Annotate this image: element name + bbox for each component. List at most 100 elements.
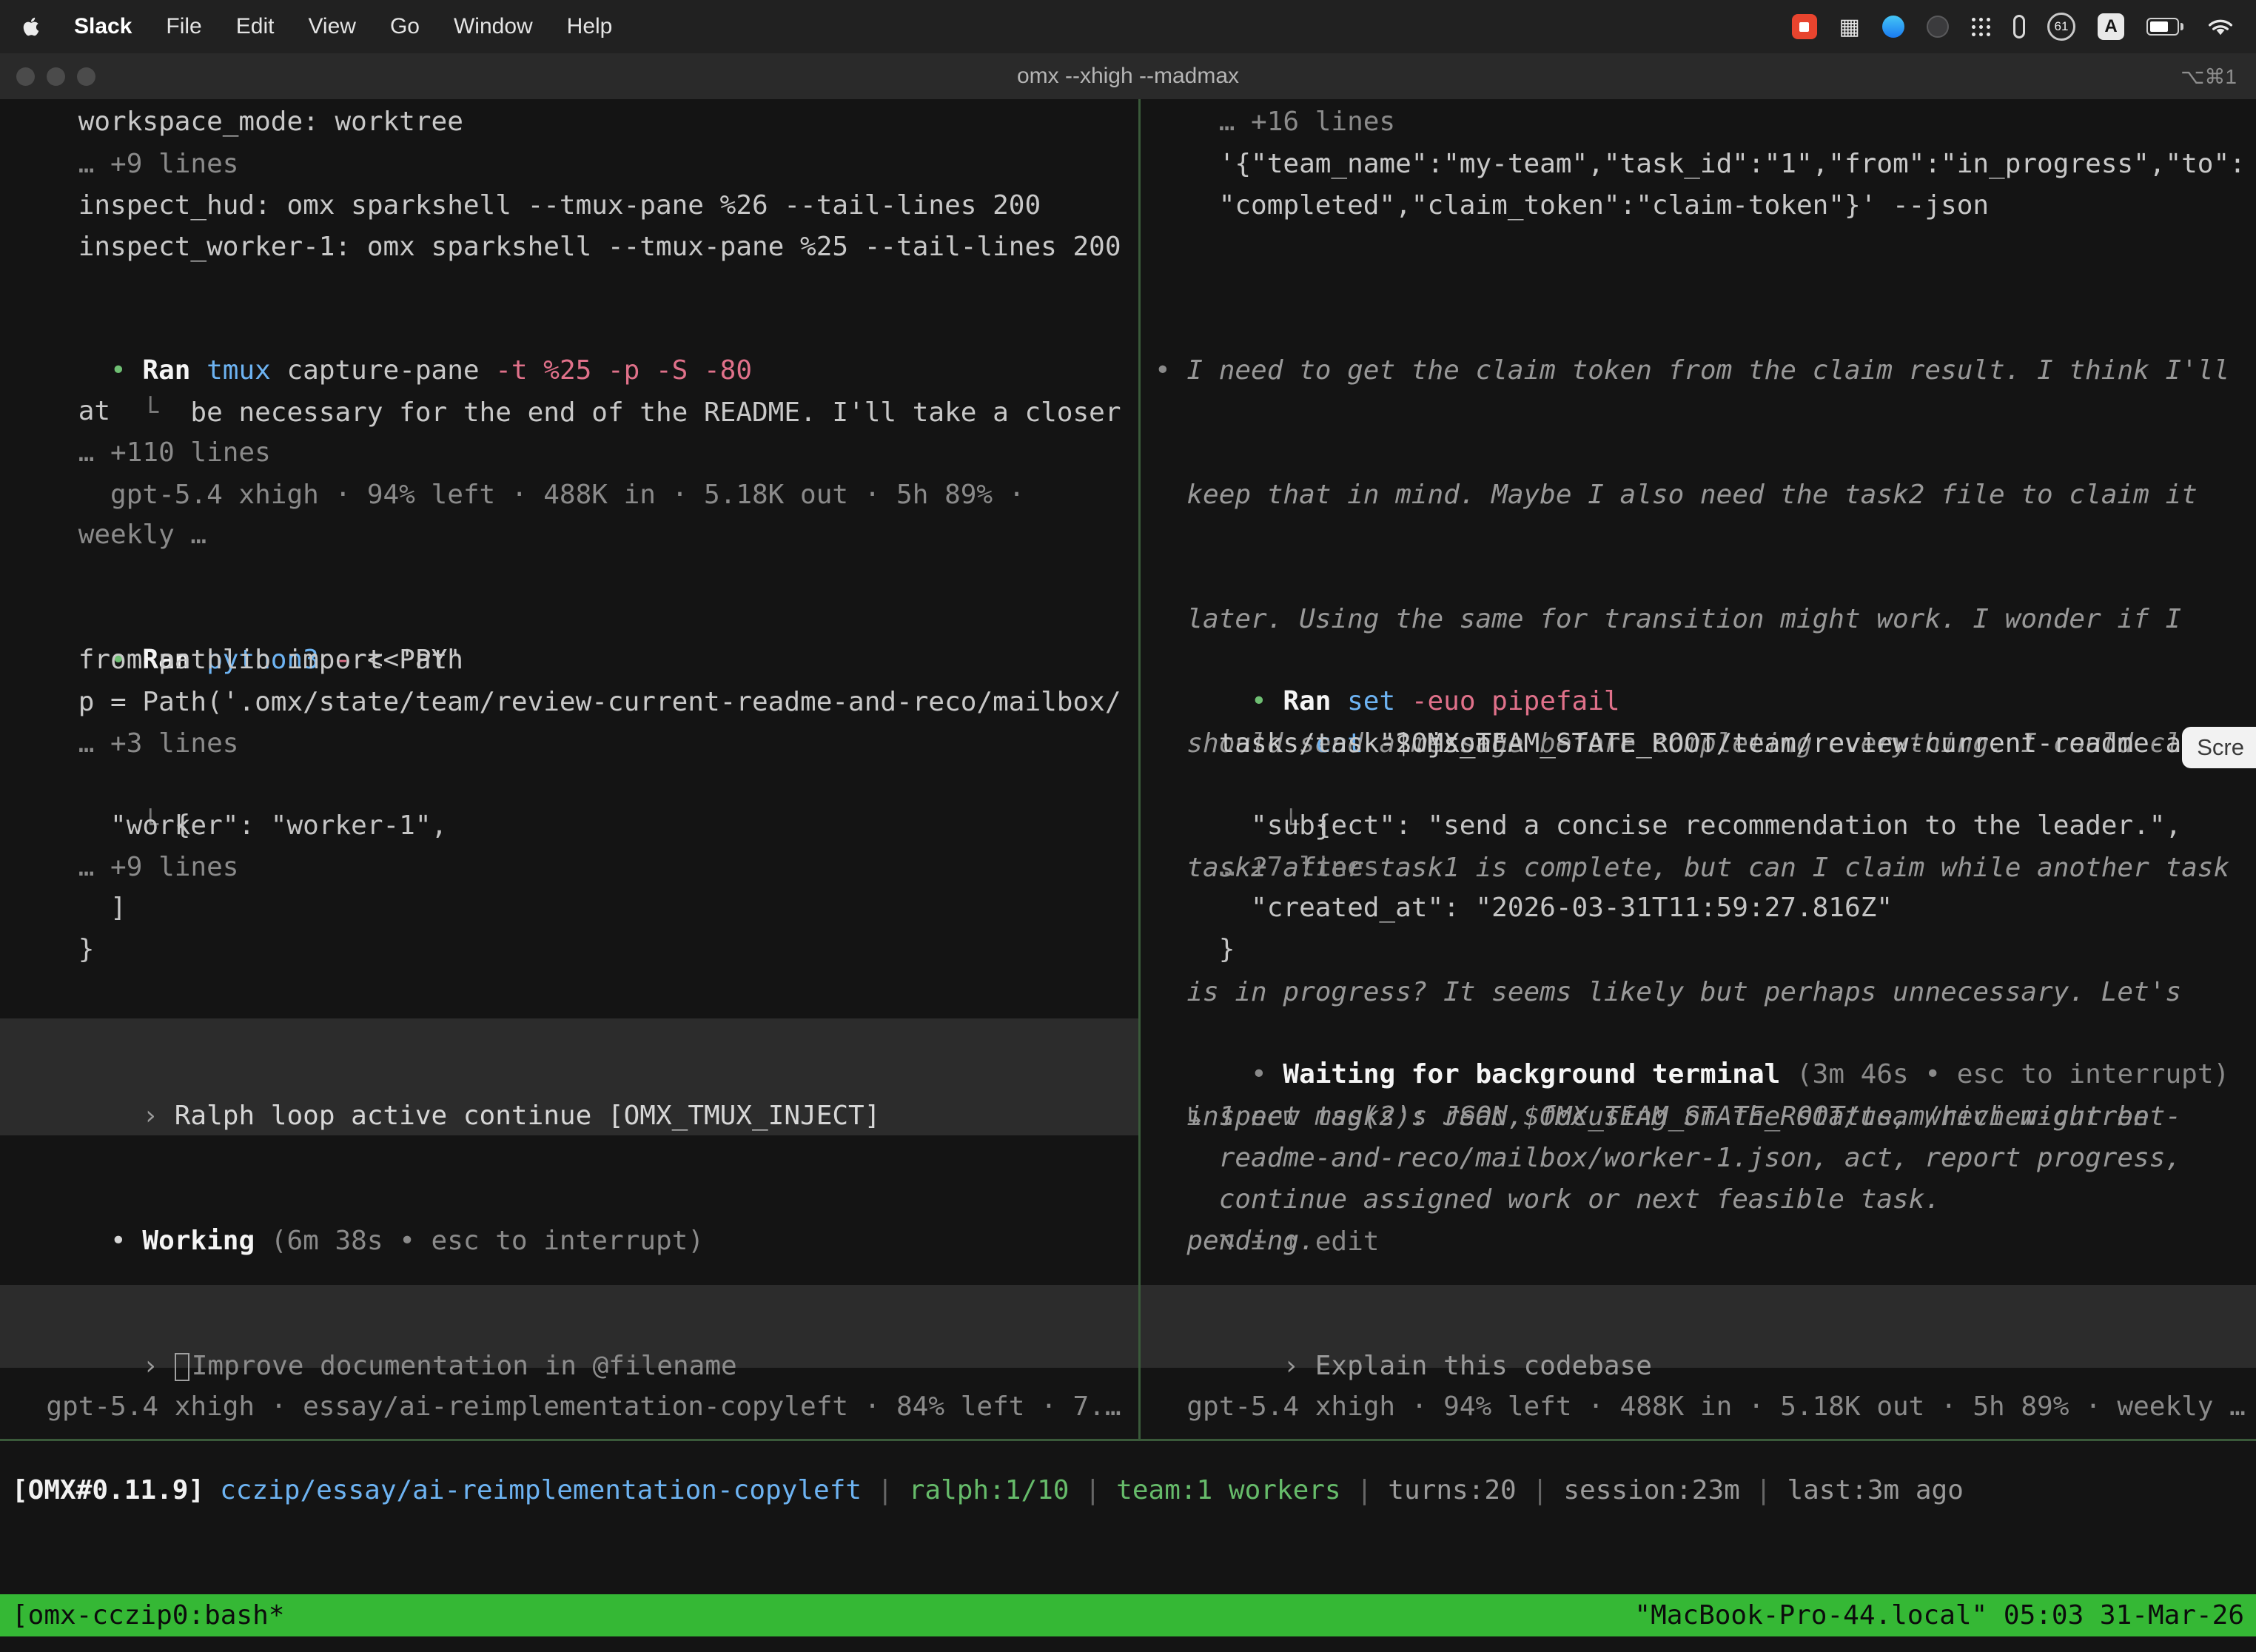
branch-name: cczip/essay/ai-reimplementation-copyleft [220,1470,862,1511]
command-line: cat "$OMX_TEAM_STATE_ROOT/team/review-cu… [1155,682,2256,723]
separator: | [1756,1470,1772,1511]
collapsed-lines-indicator[interactable]: … +9 lines [14,144,238,185]
tmux-pane-right[interactable]: … +16 lines '{"team_name":"my-team","tas… [1141,99,2256,1439]
model-usage-status: gpt-5.4 xhigh · 94% left · 488K in · 5.1… [14,474,1024,516]
key-icon[interactable] [2013,15,2025,38]
traffic-lights [16,67,95,86]
config-line: workspace_mode: worktree [14,101,463,143]
pane-divider-horizontal[interactable] [0,1439,2256,1441]
json-output-line: "subject": "send a concise recommendatio… [1155,805,2181,847]
session-duration: session:23m [1563,1470,1739,1511]
command-output-line: └ be necessary for the end of the README… [14,351,1138,392]
ran-command-line: • Ran tmux capture-pane -t %25 -p -S -80 [14,309,752,350]
model-usage-status: weekly … [14,514,207,556]
prompt-chevron-icon: › [142,1351,174,1381]
battery-percent-badge[interactable]: 61 [2047,13,2075,41]
blue-app-icon[interactable] [1882,16,1904,38]
turns-counter: turns:20 [1388,1470,1516,1511]
close-button[interactable] [16,67,35,86]
json-output-line: } [14,929,94,970]
collapsed-lines-indicator[interactable]: … +9 lines [14,847,238,888]
config-line: inspect_worker-1: omx sparkshell --tmux-… [14,226,1121,268]
grid-icon[interactable]: ▦ [1839,14,1860,40]
mailbox-message-line: ↳ 1 new msg(s): read $OMX_TEAM_STATE_ROO… [1155,1096,2181,1138]
mailbox-message-line: readme-and-reco/mailbox/worker-1.json, a… [1155,1138,2181,1179]
prompt-placeholder: › Improve documentation in @filename [14,1304,737,1346]
separator: | [877,1470,893,1511]
bullet-icon: • [1251,1059,1283,1089]
collapsed-lines-indicator[interactable]: … +16 lines [1155,101,1395,143]
minimize-button[interactable] [47,67,65,86]
json-output-line: } [1155,929,1235,970]
prompt-input[interactable]: › Improve documentation in @filename [0,1285,1138,1368]
tmux-status-bar: [omx-cczip0:bash* "MacBook-Pro-44.local"… [0,1594,2256,1636]
apple-menu-icon[interactable] [22,16,40,37]
menu-edit[interactable]: Edit [236,14,275,39]
code-line: from pathlib import Path [14,639,463,681]
separator: | [1532,1470,1548,1511]
command-output-line: └ { [14,763,190,805]
pane-divider-vertical[interactable] [1138,99,1141,1439]
menu-bar: Slack File Edit View Go Window Help ▦ 61… [0,0,2256,53]
omx-version: [OMX#0.11.9] [12,1470,204,1511]
config-line: inspect_hud: omx sparkshell --tmux-pane … [14,185,1041,226]
code-line: p = Path('.omx/state/team/review-current… [14,682,1121,723]
ralph-counter: ralph:1/10 [909,1470,1070,1511]
last-activity: last:3m ago [1787,1470,1963,1511]
waiting-status-line: • Waiting for background terminal (3m 46… [1155,1013,2229,1054]
menubar-status-icons: ▦ 61 A [1792,13,2234,41]
dots-grid-icon[interactable] [1971,17,1991,37]
pane-footer-status: gpt-5.4 xhigh · 94% left · 488K in · 5.1… [1155,1386,2246,1428]
menu-help[interactable]: Help [567,14,613,39]
working-status-line: • Working (6m 38s • esc to interrupt) [14,1179,704,1220]
window-titlebar: omx --xhigh --madmax ⌥⌘1 [0,53,2256,100]
ran-command-line: • Ran set -euo pipefail [1155,639,1620,681]
team-workers: team:1 workers [1116,1470,1340,1511]
inject-banner-text: › Ralph loop active continue [OMX_TMUX_I… [14,1054,880,1095]
dark-app-icon[interactable] [1927,16,1949,38]
wifi-icon[interactable] [2207,16,2234,37]
tmux-host-clock: "MacBook-Pro-44.local" 05:03 31-Mar-26 [1634,1600,2244,1631]
command-output-line: at [14,391,110,432]
prompt-chevron-icon: › [1283,1351,1315,1381]
separator: | [1357,1470,1373,1511]
battery-icon[interactable] [2146,18,2185,36]
window-shortcut-hint: ⌥⌘1 [2181,64,2237,89]
prompt-input[interactable]: › Explain this codebase [1141,1285,2256,1368]
pane-footer-status: gpt-5.4 xhigh · essay/ai-reimplementatio… [14,1386,1121,1428]
collapsed-lines-indicator[interactable]: … +110 lines [14,432,271,474]
menu-go[interactable]: Go [390,14,420,39]
menu-window[interactable]: Window [454,14,533,39]
command-line: tasks/task-2.json" [1155,723,1508,765]
menu-file[interactable]: File [166,14,201,39]
prompt-placeholder: › Explain this codebase [1155,1304,1652,1346]
window-title: omx --xhigh --madmax [0,64,2256,89]
screen-overlay-tooltip: Scre [2182,727,2256,768]
terminal-window: workspace_mode: worktree … +9 lines insp… [0,99,2256,1652]
app-menu-slack[interactable]: Slack [74,14,132,39]
edit-shortcut-hint: ⌥ + ↑ edit [1155,1221,1379,1263]
separator: | [1084,1470,1101,1511]
command-arg-line: '{"team_name":"my-team","task_id":"1","f… [1155,144,2246,185]
prompt-chevron-icon: › [142,1101,174,1131]
menu-view[interactable]: View [308,14,355,39]
collapsed-lines-indicator[interactable]: … +7 lines [1155,847,1379,888]
corner-icon: └ [110,397,190,428]
tmux-session-window[interactable]: [omx-cczip0:bash* [12,1600,284,1631]
command-arg-line: "completed","claim_token":"claim-token"}… [1155,185,1989,226]
collapsed-lines-indicator[interactable]: … +3 lines [14,723,238,765]
inject-banner[interactable]: › Ralph loop active continue [OMX_TMUX_I… [0,1018,1138,1135]
tmux-pane-left[interactable]: workspace_mode: worktree … +9 lines insp… [0,99,1138,1439]
bullet-icon: • [110,1226,142,1256]
bullet-icon: • [1155,355,1186,386]
mailbox-message-line: continue assigned work or next feasible … [1155,1179,1941,1220]
input-source-icon[interactable]: A [2098,13,2124,40]
ran-command-line: • Ran python3 - <<'PY' [14,598,463,639]
command-output-line: └ { [1155,763,1331,805]
omx-status-line: [OMX#0.11.9] cczip/essay/ai-reimplementa… [12,1470,1964,1511]
json-output-line: "created_at": "2026-03-31T11:59:27.816Z" [1155,887,1893,929]
screen-recording-indicator-icon[interactable] [1792,14,1817,39]
text-cursor [175,1353,189,1381]
json-output-line: "worker": "worker-1", [14,805,447,847]
zoom-button[interactable] [77,67,95,86]
